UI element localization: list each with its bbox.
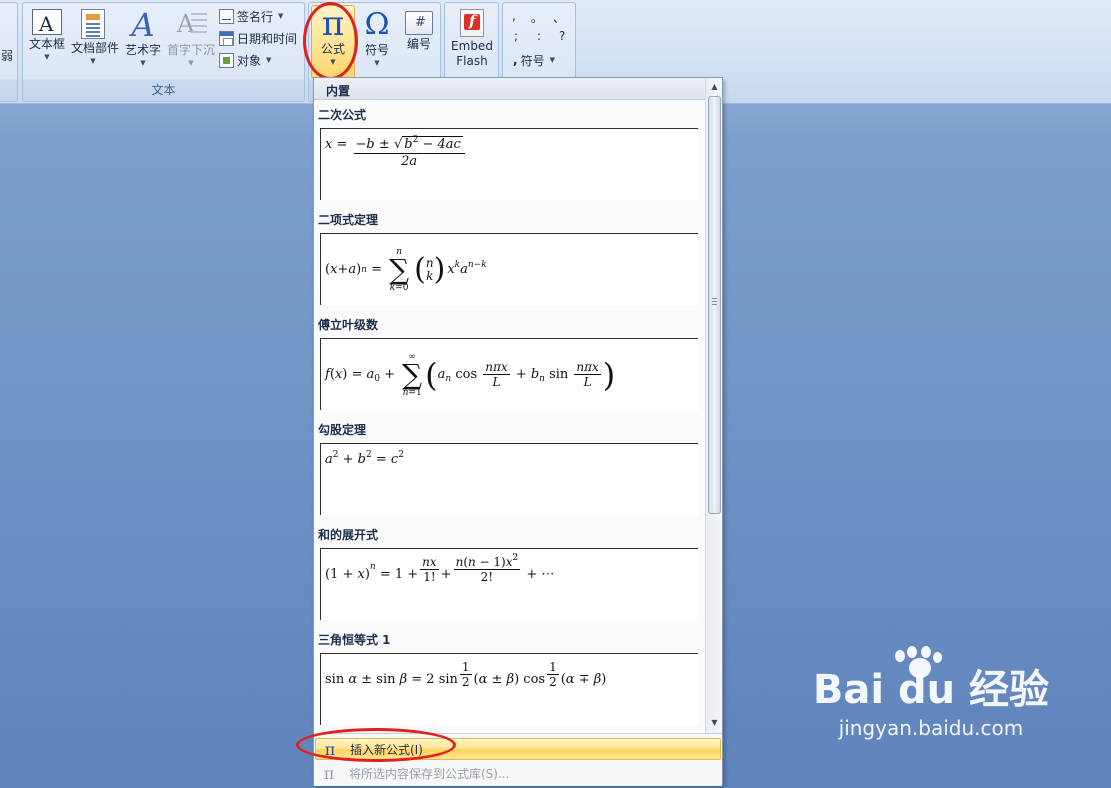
- gallery-footer: π 插入新公式(I) π 将所选内容保存到公式库(S)...: [314, 733, 722, 786]
- chevron-down-icon: ▼: [90, 57, 96, 65]
- special-symbol-label: 符号: [520, 53, 545, 68]
- partial-left-group: 弱: [0, 2, 18, 102]
- equation-item-trig-identity[interactable]: 三角恒等式 1 sin α ± sin β = 2 sin 12 (α ± β)…: [314, 625, 705, 730]
- textbox-icon: [32, 9, 62, 36]
- chevron-down-icon: ▼: [374, 59, 380, 67]
- save-to-gallery-menu-item[interactable]: π 将所选内容保存到公式库(S)...: [315, 762, 721, 784]
- object-icon: [219, 52, 234, 68]
- equation-button[interactable]: π 公式 ▼: [311, 5, 355, 79]
- pi-icon: π: [321, 4, 345, 44]
- paw-logo-icon: [891, 646, 942, 682]
- scroll-down-icon[interactable]: ▼: [707, 715, 722, 731]
- baidu-jingyan-watermark: Bai du 经验 jingyan.baidu.com: [813, 646, 1049, 740]
- insert-new-equation-label: 插入新公式(I): [350, 742, 423, 757]
- pythagorean-theorem: a2 + b2 = c2: [325, 450, 404, 468]
- doc-parts-label: 文档部件: [71, 41, 120, 55]
- signature-icon: [219, 8, 234, 24]
- equation-title: 傅立叶级数: [318, 318, 379, 332]
- gallery-header: 内置: [314, 78, 722, 100]
- equation-preview: f(x) = a0 + ∞ ∑ n=1 ( an cos nπx L + bn sin…: [320, 338, 698, 410]
- save-equation-icon: π: [323, 763, 335, 783]
- omega-icon: Ω: [364, 7, 390, 42]
- grip-icon: [712, 298, 717, 306]
- calendar-icon: [219, 30, 234, 46]
- punct-comma[interactable]: ,: [512, 9, 516, 23]
- datetime-label: 日期和时间: [237, 31, 298, 46]
- number-icon: [405, 11, 433, 35]
- gallery-scrollbar[interactable]: ▲ ▼: [705, 78, 722, 733]
- dropcap-icon: A: [175, 9, 207, 41]
- scroll-up-icon[interactable]: ▲: [707, 79, 722, 95]
- dropcap-label: 首字下沉: [167, 43, 216, 57]
- insert-new-equation-menu-item[interactable]: π 插入新公式(I): [315, 738, 721, 760]
- special-symbol-button[interactable]: , 符号 ▼: [513, 50, 555, 70]
- equation-preview: x = −b ± √ b2 − 4ac 2a: [320, 128, 698, 200]
- equation-title: 勾股定理: [318, 423, 367, 437]
- punct-colon[interactable]: :: [537, 29, 541, 43]
- equation-preview: a2 + b2 = c2: [320, 443, 698, 515]
- text-group: 文本框 ▼ 文档部件 ▼ A 艺术字 ▼ A 首字下沉 ▼ 签名行 ▼ 日期和时…: [22, 2, 305, 102]
- object-label: 对象: [237, 53, 262, 68]
- punct-semicolon[interactable]: ;: [514, 29, 518, 43]
- wordart-icon: A: [131, 6, 155, 44]
- punct-question[interactable]: ?: [559, 29, 565, 43]
- quadratic-formula: x = −b ± √ b2 − 4ac 2a: [325, 129, 698, 200]
- binomial-theorem: (x + a) n = n ∑ k=0 (n k) xkan−k: [325, 246, 487, 293]
- equation-item-binomial[interactable]: 二项式定理 (x + a) n = n ∑ k=0 (n k) xkan−k: [314, 205, 705, 310]
- equation-title: 三角恒等式 1: [318, 633, 391, 647]
- textbox-label: 文本框: [28, 37, 65, 51]
- equation-title: 二项式定理: [318, 213, 379, 227]
- expansion-of-sum: (1 + x) n = 1 + nx 1! + n(n − 1)x2 2! + ⋯: [325, 553, 555, 585]
- document-parts-icon: [81, 9, 105, 39]
- signature-label: 签名行: [237, 9, 274, 24]
- textbox-button[interactable]: 文本框 ▼: [25, 7, 69, 79]
- embed-flash-button[interactable]: Embed Flash: [449, 7, 495, 79]
- chevron-down-icon: ▼: [549, 56, 555, 64]
- chevron-down-icon: ▼: [140, 59, 146, 67]
- signature-line-button[interactable]: 签名行 ▼: [219, 6, 283, 26]
- object-button[interactable]: 对象 ▼: [219, 50, 271, 70]
- partial-left-label[interactable]: 弱: [1, 47, 13, 64]
- equation-label: 公式: [320, 42, 345, 56]
- equation-title: 二次公式: [318, 108, 367, 122]
- flash-icon: [460, 9, 484, 37]
- chevron-down-icon: ▼: [266, 56, 272, 64]
- number-label: 编号: [406, 37, 431, 51]
- dropcap-button[interactable]: A 首字下沉 ▼: [167, 7, 215, 79]
- equation-preview: sin α ± sin β = 2 sin 12 (α ± β) cos 12 …: [320, 653, 698, 725]
- punct-enum-comma[interactable]: 、: [553, 9, 565, 26]
- equation-item-fourier[interactable]: 傅立叶级数 f(x) = a0 + ∞ ∑ n=1 ( an cos nπx L + …: [314, 310, 705, 415]
- scrollbar-thumb[interactable]: [708, 96, 721, 514]
- equation-preview: (1 + x) n = 1 + nx 1! + n(n − 1)x2 2! + ⋯: [320, 548, 698, 620]
- embed-flash-line1: Embed: [451, 39, 493, 53]
- trig-identity-formula: sin α ± sin β = 2 sin 12 (α ± β) cos 12 …: [325, 660, 607, 689]
- number-button[interactable]: 编号: [397, 7, 441, 79]
- symbol-label: 符号: [364, 43, 389, 57]
- equation-preview: (x + a) n = n ∑ k=0 (n k) xkan−k: [320, 233, 698, 305]
- wordart-button[interactable]: A 艺术字 ▼: [121, 7, 165, 79]
- equation-item-pythagorean[interactable]: 勾股定理 a2 + b2 = c2: [314, 415, 705, 520]
- equation-item-expansion[interactable]: 和的展开式 (1 + x) n = 1 + nx 1! + n(n − 1)x2 2!…: [314, 520, 705, 625]
- chevron-down-icon: ▼: [44, 53, 50, 61]
- embed-flash-line2: Flash: [456, 54, 488, 68]
- equation-title: 和的展开式: [318, 528, 379, 542]
- pi-icon: π: [324, 739, 336, 759]
- symbol-button[interactable]: Ω 符号 ▼: [355, 7, 399, 79]
- datetime-button[interactable]: 日期和时间: [219, 28, 297, 48]
- chevron-down-icon: ▼: [330, 58, 336, 66]
- save-to-gallery-label: 将所选内容保存到公式库(S)...: [349, 766, 510, 781]
- wordart-label: 艺术字: [124, 43, 161, 57]
- chevron-down-icon: ▼: [278, 12, 284, 20]
- punct-period[interactable]: 。: [531, 9, 543, 26]
- fourier-series: f(x) = a0 + ∞ ∑ n=1 ( an cos nπx L + bn sin…: [325, 351, 616, 398]
- chevron-down-icon: ▼: [188, 59, 194, 67]
- text-group-label: 文本: [151, 83, 176, 97]
- doc-parts-button[interactable]: 文档部件 ▼: [71, 7, 120, 79]
- equation-item-quadratic[interactable]: 二次公式 x = −b ± √ b2 − 4ac 2a: [314, 100, 705, 205]
- equation-gallery: 二次公式 x = −b ± √ b2 − 4ac 2a 二项式定理 (x + a) n…: [314, 100, 705, 733]
- comma-glyph-icon: ,: [513, 53, 518, 67]
- watermark-url: jingyan.baidu.com: [838, 716, 1024, 740]
- equation-gallery-dropdown: 内置 二次公式 x = −b ± √ b2 − 4ac 2a 二项式定理 (x + …: [313, 77, 723, 786]
